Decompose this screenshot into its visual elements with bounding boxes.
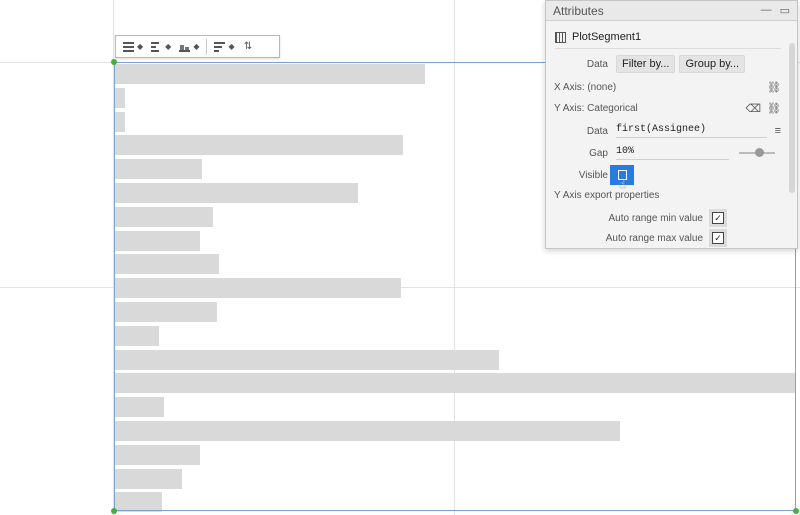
group-by-button[interactable]: Group by... — [679, 55, 746, 73]
data-row: Data Filter by... Group by... — [546, 55, 785, 73]
align-bottom-icon — [179, 41, 191, 52]
caret-icon: ◆ — [193, 41, 200, 51]
restore-icon[interactable]: ▭ — [780, 4, 790, 17]
y-axis-label: Y Axis: Categorical — [554, 103, 638, 114]
auto-min-label: Auto range min value — [608, 212, 703, 224]
align-rows-button[interactable]: ◆ — [120, 38, 146, 55]
toolbar-divider — [206, 38, 208, 55]
auto-min-checkbox-wrap: ✓ — [709, 209, 727, 227]
resize-handle[interactable] — [111, 508, 117, 514]
sort-button[interactable]: ◆ — [211, 38, 237, 55]
visible-toggle[interactable]: ☝ — [610, 165, 634, 191]
plot-toolbar: ◆ ◆ ◆ ◆ ⇅ — [115, 35, 280, 58]
object-name: PlotSegment1 — [572, 31, 642, 43]
export-header-row: Y Axis export properties — [554, 190, 785, 201]
resize-handle[interactable] — [793, 508, 799, 514]
filter-by-button[interactable]: Filter by... — [616, 55, 676, 73]
gap-row: Gap 10% — [546, 146, 781, 160]
caret-icon: ◆ — [228, 41, 235, 51]
align-left-icon — [151, 41, 162, 52]
panel-title: Attributes — [553, 3, 604, 18]
eraser-icon[interactable]: ⌫ — [745, 102, 761, 115]
gap-slider-knob[interactable] — [754, 148, 764, 157]
align-left-button[interactable]: ◆ — [148, 38, 174, 55]
y-data-row: Data first(Assignee) ≡ — [546, 124, 781, 138]
sort-icon[interactable]: ≡ — [775, 125, 781, 137]
plot-segment-icon — [555, 31, 566, 43]
y-data-expression[interactable]: first(Assignee) — [616, 124, 767, 138]
visible-row: Visible ☝ — [546, 165, 785, 191]
swap-button[interactable]: ⇅ — [240, 38, 257, 55]
attributes-panel: Attributes — ▭ PlotSegment1 Data Filter … — [545, 0, 798, 249]
auto-max-label: Auto range max value — [605, 232, 703, 244]
align-rows-icon — [123, 41, 134, 52]
object-name-row: PlotSegment1 — [555, 31, 781, 49]
caret-icon: ◆ — [137, 41, 144, 51]
sort-icon — [214, 41, 226, 52]
gap-input[interactable]: 10% — [616, 146, 729, 160]
caret-icon: ◆ — [165, 41, 172, 51]
link-icon[interactable]: ⛓ — [767, 81, 781, 94]
minimize-icon[interactable]: — — [761, 4, 772, 17]
y-data-label: Data — [586, 125, 608, 137]
data-label: Data — [586, 58, 608, 70]
swap-icon: ⇅ — [243, 41, 253, 52]
auto-max-row: Auto range max value ✓ — [546, 229, 727, 247]
align-bottom-button[interactable]: ◆ — [176, 38, 202, 55]
export-properties-label: Y Axis export properties — [554, 190, 660, 201]
auto-max-checkbox[interactable]: ✓ — [712, 232, 724, 244]
x-axis-label: X Axis: (none) — [554, 82, 617, 93]
auto-max-checkbox-wrap: ✓ — [709, 229, 727, 247]
gap-slider[interactable] — [739, 148, 775, 158]
auto-min-row: Auto range min value ✓ — [546, 209, 727, 227]
resize-handle[interactable] — [111, 59, 117, 65]
x-axis-row: X Axis: (none) ⛓ — [554, 81, 781, 94]
pointer-cursor-icon: ☝ — [619, 177, 627, 191]
auto-min-checkbox[interactable]: ✓ — [712, 212, 724, 224]
visible-label: Visible — [578, 169, 608, 181]
y-axis-row: Y Axis: Categorical ⌫ ⛓ — [554, 102, 781, 115]
link-icon[interactable]: ⛓ — [767, 102, 781, 115]
gap-label: Gap — [589, 147, 608, 159]
panel-scrollbar[interactable] — [789, 43, 795, 193]
panel-header: Attributes — ▭ — [546, 1, 797, 21]
